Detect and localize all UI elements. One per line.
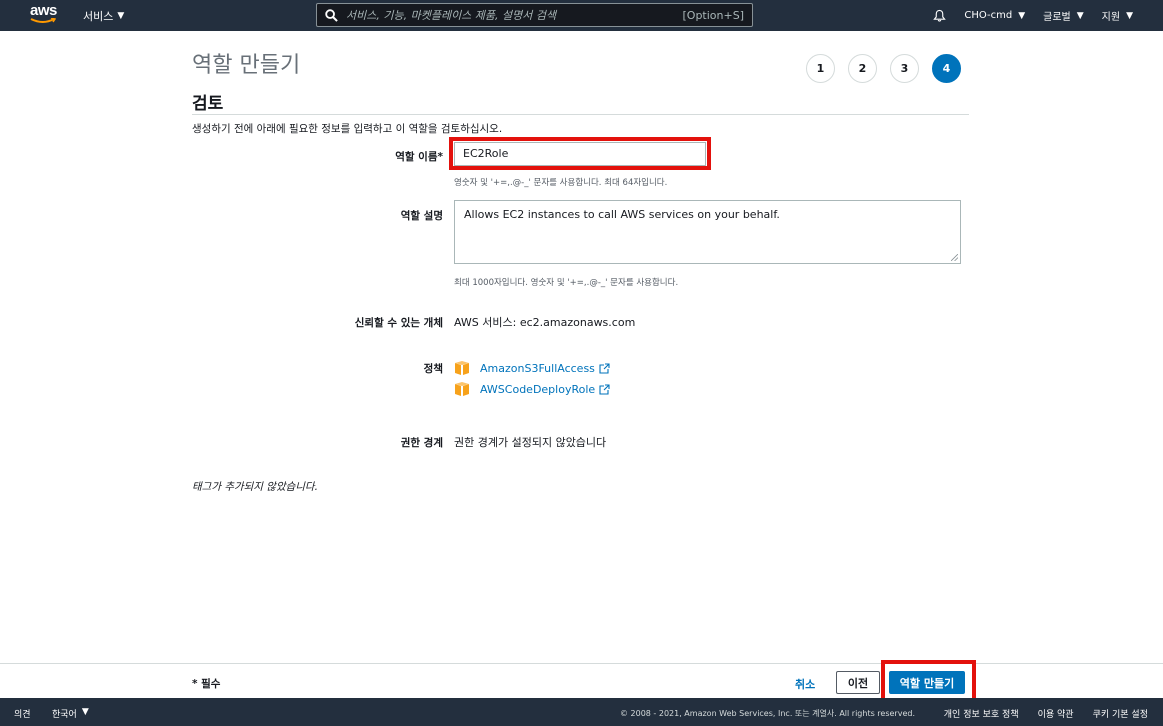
account-name: CHO-cmd	[964, 10, 1013, 21]
role-description-textarea[interactable]: Allows EC2 instances to call AWS service…	[454, 200, 961, 264]
intro-text: 생성하기 전에 아래에 필요한 정보를 입력하고 이 역할을 검토하십시오.	[192, 123, 503, 135]
policy-link-amazons3fullaccess[interactable]: AmazonS3FullAccess	[480, 362, 610, 375]
highlight-box	[449, 137, 711, 170]
search-icon	[325, 8, 338, 22]
caret-down-icon: ▼	[1076, 10, 1084, 21]
trusted-entity-value: AWS 서비스: ec2.amazonaws.com	[454, 316, 636, 329]
caret-down-icon: ▼	[1126, 10, 1133, 21]
role-description-hint: 최대 1000자입니다. 영숫자 및 '+=,.@-_' 문자를 사용합니다.	[454, 278, 679, 288]
step-2[interactable]: 2	[848, 54, 877, 83]
policy-box-icon	[455, 382, 469, 396]
caret-down-icon: ▼	[81, 707, 89, 717]
divider	[192, 114, 969, 115]
required-note: * 필수	[192, 678, 221, 690]
terms-link[interactable]: 이용 약관	[1038, 707, 1074, 720]
footer-links: 개인 정보 보호 정책 이용 약관 쿠키 기본 설정	[944, 707, 1148, 720]
support-label: 지원	[1101, 12, 1121, 23]
step-3[interactable]: 3	[890, 54, 919, 83]
action-bar	[0, 663, 1163, 698]
step-4[interactable]: 4	[932, 54, 961, 83]
external-link-icon	[599, 362, 610, 374]
policy-link-awscodedeployrole[interactable]: AWSCodeDeployRole	[480, 383, 610, 396]
permissions-boundary-value: 권한 경계가 설정되지 않았습니다	[454, 436, 607, 449]
step-1[interactable]: 1	[806, 54, 835, 83]
policies-label: 정책	[423, 363, 443, 375]
services-label: 서비스	[83, 10, 114, 23]
language-label: 한국어	[52, 710, 77, 720]
support-menu[interactable]: 지원 ▼	[1101, 8, 1133, 24]
policy-name: AWSCodeDeployRole	[480, 382, 596, 396]
wizard-steps: 1 2 3 4	[806, 54, 961, 83]
caret-down-icon: ▼	[1018, 10, 1026, 21]
policy-name: AmazonS3FullAccess	[480, 361, 595, 375]
footer: 의견 한국어 ▼ © 2008 - 2021, Amazon Web Servi…	[0, 698, 1163, 726]
search-shortcut: [Option+S]	[682, 8, 745, 22]
policy-item: AWSCodeDeployRole	[454, 381, 610, 397]
role-description-label: 역할 설명	[400, 210, 443, 222]
highlight-box	[881, 660, 976, 702]
no-tags-text: 태그가 추가되지 않았습니다.	[192, 481, 318, 493]
trusted-entity-label: 신뢰할 수 있는 개체	[354, 317, 443, 329]
previous-button[interactable]: 이전	[836, 671, 880, 694]
search-input[interactable]: 서비스, 기능, 마켓플레이스 제품, 설명서 검색	[346, 7, 683, 23]
aws-logo[interactable]: aws	[30, 3, 58, 27]
services-menu[interactable]: 서비스 ▼	[83, 8, 124, 24]
feedback-link[interactable]: 의견	[14, 707, 31, 720]
language-selector[interactable]: 한국어 ▼	[52, 707, 89, 720]
region-name: 글로벌	[1043, 12, 1071, 23]
privacy-policy-link[interactable]: 개인 정보 보호 정책	[944, 707, 1019, 720]
section-title: 검토	[192, 94, 224, 114]
role-description-value: Allows EC2 instances to call AWS service…	[464, 208, 780, 221]
cancel-button[interactable]: 취소	[795, 676, 815, 692]
external-link-icon	[599, 383, 610, 395]
region-menu[interactable]: 글로벌 ▼	[1043, 8, 1084, 24]
role-name-label: 역할 이름*	[395, 151, 443, 163]
account-menu[interactable]: CHO-cmd ▼	[964, 10, 1025, 21]
resize-handle-icon[interactable]	[951, 254, 958, 261]
top-navigation: aws 서비스 ▼ 서비스, 기능, 마켓플레이스 제품, 설명서 검색 [Op…	[0, 0, 1163, 31]
permissions-boundary-label: 권한 경계	[400, 437, 443, 449]
policy-item: AmazonS3FullAccess	[454, 360, 610, 376]
caret-down-icon: ▼	[117, 11, 125, 21]
policy-box-icon	[455, 361, 469, 375]
cookie-preferences-link[interactable]: 쿠키 기본 설정	[1093, 707, 1148, 720]
nav-right-group: CHO-cmd ▼ 글로벌 ▼ 지원 ▼	[933, 8, 1133, 23]
search-bar[interactable]: 서비스, 기능, 마켓플레이스 제품, 설명서 검색 [Option+S]	[316, 3, 753, 27]
copyright-text: © 2008 - 2021, Amazon Web Services, Inc.…	[619, 709, 915, 718]
aws-smile-icon	[30, 18, 56, 23]
bell-icon[interactable]	[933, 9, 947, 22]
role-name-hint: 영숫자 및 '+=,.@-_' 문자를 사용합니다. 최대 64자입니다.	[454, 178, 668, 188]
page-title: 역할 만들기	[192, 53, 301, 78]
aws-logo-text: aws	[30, 2, 57, 19]
